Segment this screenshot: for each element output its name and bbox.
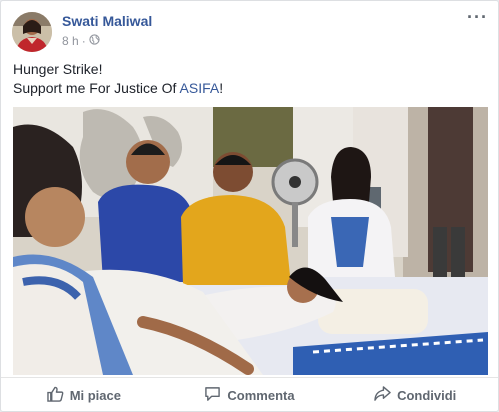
post-text-line-2-prefix: Support me For Justice Of (13, 80, 180, 96)
post-text-highlight: ASIFA (179, 80, 220, 96)
post-text: Hunger Strike! Support me For Justice Of… (13, 60, 483, 98)
thumbs-up-icon (46, 386, 64, 405)
post-photo[interactable] (13, 107, 488, 375)
author-name[interactable]: Swati Maliwal (62, 13, 152, 29)
post-actions: Mi piace Commenta Condividi (1, 377, 498, 412)
post-card: Swati Maliwal 8 h · ··· Hunger Strike! S… (0, 0, 499, 412)
meta-separator: · (81, 34, 86, 48)
post-text-line-2: Support me For Justice Of ASIFA! (13, 79, 483, 98)
post-text-line-2-suffix: ! (219, 80, 224, 96)
comment-button[interactable]: Commenta (167, 378, 333, 412)
globe-icon[interactable] (89, 34, 100, 48)
post-meta: 8 h · (62, 34, 100, 48)
share-label: Condividi (397, 387, 457, 403)
comment-label: Commenta (227, 387, 295, 403)
ellipsis-icon[interactable]: ··· (467, 7, 488, 28)
share-icon (374, 385, 391, 405)
avatar[interactable] (12, 12, 52, 52)
post-time[interactable]: 8 h (62, 34, 79, 48)
comment-icon (204, 386, 221, 405)
like-button[interactable]: Mi piace (1, 378, 167, 412)
like-label: Mi piace (69, 387, 121, 403)
share-button[interactable]: Condividi (332, 378, 498, 412)
post-text-line-1: Hunger Strike! (13, 61, 103, 77)
